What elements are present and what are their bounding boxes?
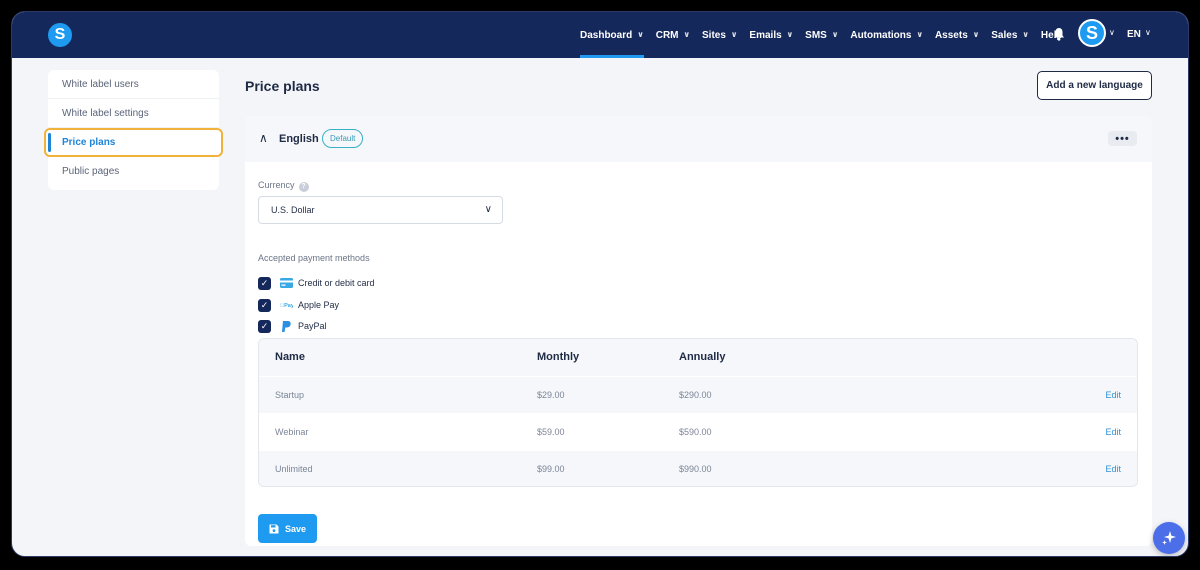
price-plans-table: Name Monthly Annually Startup $29.00 $29… [258,338,1138,487]
checkbox[interactable]: ✓ [258,276,271,290]
plan-monthly-price: $59.00 [537,427,565,437]
edit-link[interactable]: Edit [1105,427,1121,437]
payment-method-label: PayPal [298,321,327,331]
checkbox[interactable]: ✓ [258,298,271,312]
sidebar-item-public-pages[interactable]: Public pages [48,157,219,186]
currency-value: U.S. Dollar [271,205,315,215]
add-language-button[interactable]: Add a new language [1037,71,1152,100]
default-badge: Default [322,129,364,148]
payment-method-paypal[interactable]: ✓ PayPal [258,318,327,334]
column-header-monthly: Monthly [537,351,580,363]
chevron-down-icon: ∨ [637,29,644,39]
avatar[interactable]: S [1078,19,1106,47]
table-header: Name Monthly Annually [259,339,1137,376]
nav-label: Sales [991,29,1018,41]
column-header-name: Name [275,351,305,363]
credit-card-icon [280,278,293,288]
nav-label: CRM [655,29,679,41]
chevron-down-icon: ∨ [484,204,492,215]
app-window: S Dashboard ∨ CRM ∨ Sites ∨ Emails ∨ SMS ∨ Au… [11,11,1189,557]
plan-name: Startup [275,390,305,400]
payment-methods-label: Accepted payment methods [258,253,370,263]
nav-item-dashboard[interactable]: Dashboard ∨ [580,12,644,58]
more-options-button[interactable]: ••• [1108,131,1137,146]
language-selector[interactable]: EN [1127,29,1141,40]
nav-item-emails[interactable]: Emails ∨ [749,12,793,58]
currency-select[interactable]: U.S. Dollar ∨ [258,196,503,224]
nav-label: Dashboard [580,29,633,41]
edit-link[interactable]: Edit [1105,390,1121,400]
table-body: Startup $29.00 $290.00 Edit Webinar $59.… [259,376,1137,486]
save-button-label: Save [284,523,307,534]
table-row: Webinar $59.00 $590.00 Edit [259,413,1137,450]
chevron-down-icon: ∨ [786,29,794,39]
svg-text:Pay: Pay [280,303,293,309]
plan-monthly-price: $99.00 [537,464,565,474]
save-button[interactable]: Save [258,514,317,543]
main-nav: Dashboard ∨ CRM ∨ Sites ∨ Emails ∨ SMS ∨ Auto… [580,12,1075,58]
currency-label-text: Currency [258,180,295,190]
nav-label: Assets [934,29,968,41]
sidebar-item-price-plans[interactable]: Price plans [44,128,223,157]
plan-annual-price: $290.00 [679,390,712,400]
language-panel: ∧ English Default ••• Currency? U.S. Dol… [245,116,1152,546]
nav-item-crm[interactable]: CRM ∨ [656,12,690,58]
panel-header[interactable]: ∧ English Default ••• [245,116,1152,162]
sidebar-item-white-label-users[interactable]: White label users [48,70,219,99]
sidebar-item-white-label-settings[interactable]: White label settings [48,99,219,128]
plan-name: Unlimited [275,464,313,474]
nav-label: Emails [749,29,782,41]
payment-method-apple-pay[interactable]: ✓ Pay Apple Pay [258,297,339,313]
payment-method-card[interactable]: ✓ Credit or debit card [258,275,375,291]
chevron-down-icon[interactable]: ∨ [1145,28,1151,37]
payment-method-label: Apple Pay [298,300,340,310]
chevron-down-icon[interactable]: ∨ [1109,28,1115,37]
checkbox[interactable]: ✓ [258,319,271,333]
apple-pay-icon: Pay [280,303,293,309]
sparkle-icon [1162,531,1176,545]
settings-sidebar: White label users White label settings P… [44,70,223,190]
nav-item-automations[interactable]: Automations ∨ [850,12,923,58]
page-title: Price plans [245,78,320,94]
chevron-down-icon: ∨ [683,29,691,39]
plan-name: Webinar [275,427,309,437]
chevron-down-icon: ∨ [916,29,923,39]
chevron-down-icon: ∨ [730,29,738,39]
app-logo[interactable]: S [48,23,72,47]
help-icon[interactable]: ? [298,181,309,192]
nav-item-sms[interactable]: SMS ∨ [805,12,838,58]
chevron-down-icon: ∨ [831,29,839,39]
top-navbar: S Dashboard ∨ CRM ∨ Sites ∨ Emails ∨ SMS ∨ Au… [12,12,1188,58]
plan-annual-price: $590.00 [679,427,712,437]
currency-label: Currency? [258,180,309,192]
chevron-down-icon: ∨ [972,29,980,39]
nav-item-sales[interactable]: Sales ∨ [991,12,1029,58]
edit-link[interactable]: Edit [1105,464,1121,474]
language-name: English [279,133,319,145]
chevron-down-icon: ∨ [1022,29,1029,39]
plan-monthly-price: $29.00 [537,390,565,400]
nav-item-assets[interactable]: Assets ∨ [935,12,979,58]
column-header-annually: Annually [679,351,726,363]
nav-label: Sites [702,29,726,41]
floppy-disk-icon [269,524,279,533]
nav-label: SMS [805,29,827,41]
table-row: Unlimited $99.00 $990.00 Edit [259,450,1137,486]
table-row: Startup $29.00 $290.00 Edit [259,376,1137,413]
payment-method-label: Credit or debit card [298,278,375,288]
nav-item-sites[interactable]: Sites ∨ [702,12,737,58]
chevron-up-icon[interactable]: ∧ [259,131,268,145]
plan-annual-price: $990.00 [679,464,712,474]
nav-label: Automations [850,29,912,41]
bell-icon[interactable] [1053,27,1065,41]
ai-assistant-button[interactable] [1153,522,1185,554]
paypal-icon [282,320,291,332]
